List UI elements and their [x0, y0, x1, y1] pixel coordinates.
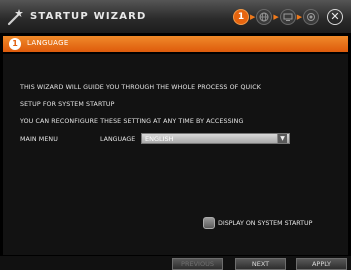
description-line: SETUP FOR SYSTEM STARTUP: [20, 101, 115, 108]
close-button[interactable]: ✕: [327, 9, 343, 25]
title-bar: STARTUP WIZARD 1 ▶ ▶ ▶ ✕: [0, 0, 351, 33]
display-on-startup-checkbox[interactable]: [203, 217, 215, 229]
language-label: LANGUAGE: [100, 136, 136, 143]
previous-button[interactable]: PREVIOUS: [172, 258, 223, 270]
description-line: MAIN MENU: [20, 136, 58, 143]
chevron-down-icon[interactable]: ▼: [277, 134, 287, 143]
monitor-icon: [283, 13, 293, 21]
wizard-wand-icon: [7, 9, 23, 26]
step-2-indicator[interactable]: [256, 9, 273, 25]
apply-button[interactable]: APPLY: [296, 258, 347, 270]
window-title: STARTUP WIZARD: [30, 11, 147, 22]
close-icon: ✕: [330, 10, 340, 23]
globe-icon: [259, 12, 269, 22]
step-1-number: 1: [237, 12, 245, 22]
wizard-steps: 1 ▶ ▶ ▶: [233, 7, 320, 27]
section-header: 1 LANGUAGE: [3, 36, 348, 52]
step-1-indicator[interactable]: 1: [233, 9, 249, 25]
language-select[interactable]: ENGLISH ▼: [141, 133, 290, 144]
step-number-badge: 1: [9, 38, 21, 50]
next-button[interactable]: NEXT: [235, 258, 286, 270]
display-on-startup-label: DISPLAY ON SYSTEM STARTUP: [218, 220, 313, 227]
section-title: LANGUAGE: [27, 39, 69, 47]
step-4-indicator[interactable]: [303, 9, 320, 25]
step-3-indicator[interactable]: [279, 9, 296, 25]
description-line: YOU CAN RECONFIGURE THESE SETTING AT ANY…: [20, 118, 244, 125]
step-arrow-icon: ▶: [250, 13, 256, 21]
step-arrow-icon: ▶: [296, 13, 303, 21]
record-icon: [307, 13, 316, 21]
description-line: THIS WIZARD WILL GUIDE YOU THROUGH THE W…: [20, 84, 261, 91]
step-arrow-icon: ▶: [273, 13, 279, 21]
language-value: ENGLISH: [145, 135, 174, 143]
startup-wizard-window: STARTUP WIZARD 1 ▶ ▶ ▶ ✕ 1 LANGUAGE THIS…: [0, 0, 351, 270]
